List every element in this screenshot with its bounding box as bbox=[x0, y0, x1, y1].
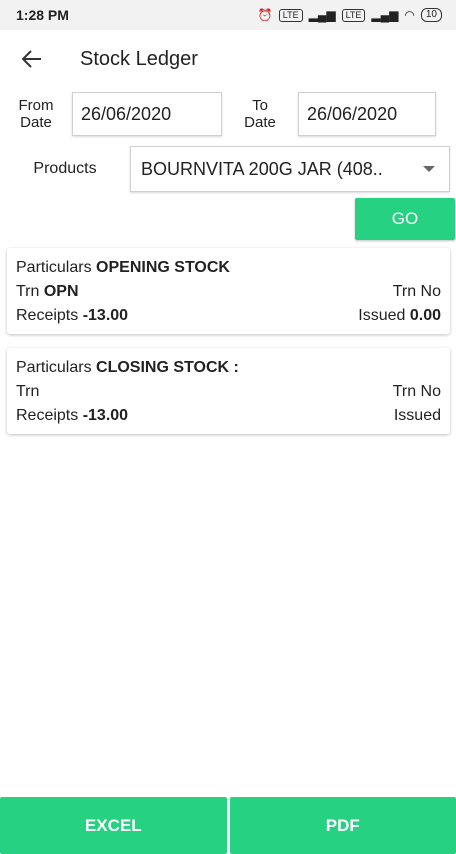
volte-icon: LTE bbox=[278, 8, 303, 22]
amounts-line: Receipts -13.00 Issued 0.00 bbox=[16, 307, 441, 324]
alarm-icon: ⏰ bbox=[257, 8, 273, 22]
trn-line: Trn Trn No bbox=[16, 383, 441, 400]
product-row: Products BOURNVITA 200G JAR (408.. bbox=[0, 146, 456, 192]
trn-value: OPN bbox=[43, 283, 79, 300]
excel-button[interactable]: EXCEL bbox=[0, 797, 227, 854]
pdf-button[interactable]: PDF bbox=[229, 797, 456, 854]
ledger-list: Particulars OPENING STOCK Trn OPN Trn No… bbox=[0, 248, 456, 434]
product-dropdown[interactable]: BOURNVITA 200G JAR (408.. bbox=[130, 146, 450, 192]
date-range-row: From Date 26/06/2020 To Date 26/06/2020 bbox=[0, 90, 456, 138]
to-date-field[interactable]: 26/06/2020 bbox=[298, 92, 436, 136]
go-button[interactable]: GO bbox=[355, 198, 455, 240]
trn-line: Trn OPN Trn No bbox=[16, 283, 441, 300]
particulars-line: Particulars CLOSING STOCK : bbox=[16, 359, 239, 376]
receipts-value: -13.00 bbox=[82, 307, 129, 324]
footer-actions: EXCEL PDF bbox=[0, 797, 456, 854]
particulars-line: Particulars OPENING STOCK bbox=[16, 259, 230, 276]
back-arrow-icon[interactable] bbox=[18, 45, 46, 73]
go-row: GO bbox=[0, 198, 456, 240]
signal-icon-2: ▂▄▆ bbox=[371, 8, 399, 22]
status-time: 1:28 PM bbox=[16, 7, 69, 23]
page-title: Stock Ledger bbox=[80, 47, 198, 70]
battery-icon: 10 bbox=[420, 8, 442, 22]
signal-icon: ▂▄▆ bbox=[308, 8, 336, 22]
particulars-value: CLOSING STOCK : bbox=[96, 359, 239, 376]
particulars-value: OPENING STOCK bbox=[96, 259, 230, 276]
receipts-value: -13.00 bbox=[82, 407, 129, 424]
ledger-card[interactable]: Particulars CLOSING STOCK : Trn Trn No R… bbox=[7, 348, 450, 434]
ledger-card[interactable]: Particulars OPENING STOCK Trn OPN Trn No… bbox=[7, 248, 450, 334]
product-selected-value: BOURNVITA 200G JAR (408.. bbox=[141, 158, 383, 179]
issued-value: 0.00 bbox=[409, 307, 441, 324]
amounts-line: Receipts -13.00 Issued bbox=[16, 407, 441, 424]
to-date-label: To Date bbox=[244, 97, 276, 131]
app-bar: Stock Ledger bbox=[0, 30, 456, 88]
status-icons: ⏰ LTE ▂▄▆ LTE ▂▄▆ ◠ 10 bbox=[258, 8, 442, 22]
products-label: Products bbox=[33, 160, 97, 177]
dropdown-caret-icon bbox=[423, 166, 435, 172]
from-date-label: From Date bbox=[18, 97, 54, 131]
status-bar: 1:28 PM ⏰ LTE ▂▄▆ LTE ▂▄▆ ◠ 10 bbox=[0, 0, 456, 30]
from-date-field[interactable]: 26/06/2020 bbox=[72, 92, 222, 136]
wifi-icon: ◠ bbox=[404, 8, 415, 22]
volte-icon-2: LTE bbox=[341, 8, 366, 22]
